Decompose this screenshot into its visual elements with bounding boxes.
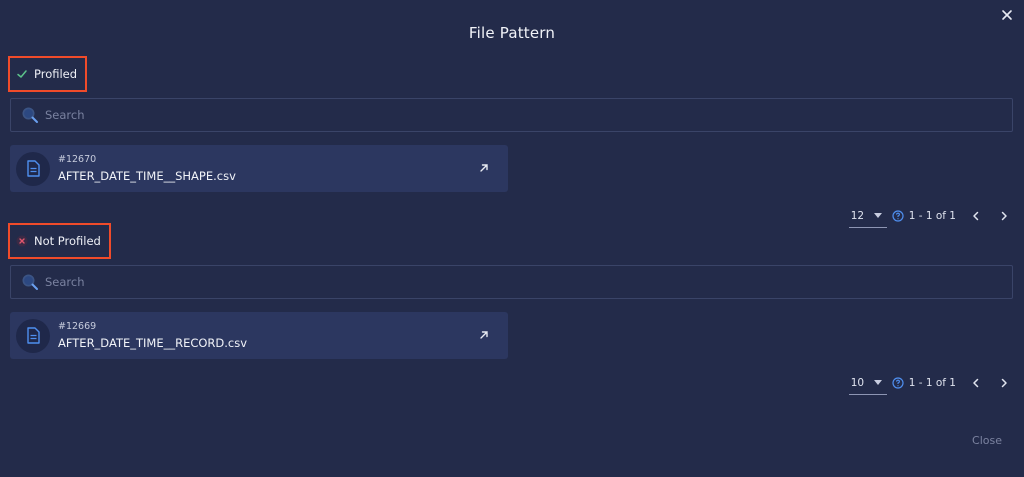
check-icon [17,70,27,78]
help-icon[interactable] [892,377,904,389]
search-icon [22,107,38,123]
file-name: AFTER_DATE_TIME__SHAPE.csv [58,168,236,183]
file-icon-badge [16,318,50,353]
file-card[interactable]: #12669 AFTER_DATE_TIME__RECORD.csv [10,312,508,359]
open-external-icon[interactable] [478,329,490,341]
chevron-left-icon[interactable] [970,377,982,389]
dialog-title: File Pattern [468,24,556,42]
page-size-select[interactable]: 12 [848,204,887,228]
chevron-right-icon[interactable] [998,377,1010,389]
search-field-profiled[interactable] [10,98,1013,132]
page-size-value: 10 [850,376,865,389]
search-input[interactable] [45,108,945,122]
help-icon[interactable] [892,210,904,222]
chevron-down-icon [874,213,883,218]
close-icon[interactable] [1000,8,1014,22]
open-external-icon[interactable] [478,162,490,174]
search-input[interactable] [45,275,945,289]
chevron-down-icon [874,380,883,385]
page-size-value: 12 [850,209,865,222]
file-details: #12669 AFTER_DATE_TIME__RECORD.csv [58,321,247,351]
file-pattern-dialog: File Pattern Profiled #12670 AFTER_DATE_… [0,0,1024,477]
search-icon [22,274,38,290]
search-field-not-profiled[interactable] [10,265,1013,299]
page-size-select[interactable]: 10 [848,371,887,395]
document-icon [27,160,40,177]
pagination-profiled: 12 1 - 1 of 1 [848,204,1010,228]
file-id: #12670 [58,153,97,165]
status-label: Profiled [34,67,78,81]
file-name: AFTER_DATE_TIME__RECORD.csv [58,335,248,350]
status-not-profiled: Not Profiled [8,223,111,259]
file-icon-badge [16,151,50,186]
chevron-right-icon[interactable] [998,210,1010,222]
pagination-not-profiled: 10 1 - 1 of 1 [848,371,1010,395]
status-label: Not Profiled [34,234,101,248]
file-details: #12670 AFTER_DATE_TIME__SHAPE.csv [58,154,236,184]
page-range: 1 - 1 of 1 [908,210,956,222]
close-button[interactable]: Close [972,434,1002,447]
x-icon [16,235,28,247]
file-id: #12669 [58,320,97,332]
document-icon [27,327,40,344]
file-card[interactable]: #12670 AFTER_DATE_TIME__SHAPE.csv [10,145,508,192]
page-range: 1 - 1 of 1 [908,377,956,389]
status-profiled: Profiled [8,56,88,92]
chevron-left-icon[interactable] [970,210,982,222]
